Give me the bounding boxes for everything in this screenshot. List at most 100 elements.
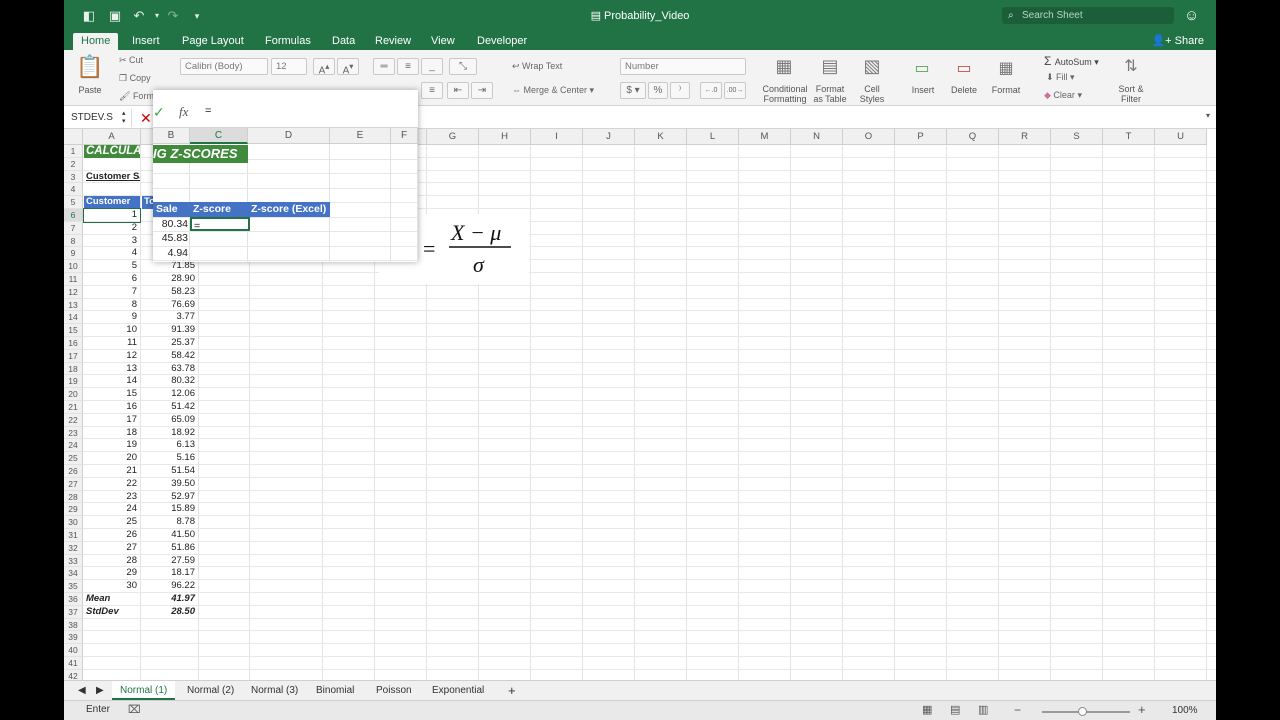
column-header-i[interactable]: I — [531, 129, 583, 145]
column-header-p[interactable]: P — [895, 129, 947, 145]
column-header-m[interactable]: M — [739, 129, 791, 145]
customer-id-cell[interactable]: 27 — [84, 542, 140, 555]
sale-total-cell[interactable]: 76.69 — [142, 299, 198, 312]
sale-total-cell[interactable]: 41.50 — [142, 529, 198, 542]
customer-id-cell[interactable]: 14 — [84, 375, 140, 388]
sale-total-cell[interactable]: 6.13 — [142, 439, 198, 452]
row-header[interactable]: 6 — [64, 209, 83, 222]
sale-total-cell[interactable]: 28.90 — [142, 273, 198, 286]
sale-total-cell[interactable]: 39.50 — [142, 478, 198, 491]
row-header[interactable]: 14 — [64, 311, 83, 325]
customer-id-cell[interactable]: 16 — [84, 401, 140, 414]
customer-id-cell[interactable]: 1 — [83, 208, 141, 223]
customer-id-cell[interactable]: 10 — [84, 324, 140, 337]
row-header[interactable]: 34 — [64, 567, 83, 581]
row-header[interactable]: 29 — [64, 503, 83, 517]
increase-indent-button[interactable]: ⇥ — [471, 82, 493, 99]
number-format-select[interactable]: Number — [620, 58, 746, 75]
feedback-smiley-icon[interactable]: ☺ — [1184, 7, 1199, 24]
customer-id-cell[interactable]: 9 — [84, 311, 140, 324]
autosum-button[interactable]: Σ AutoSum ▾ — [1044, 54, 1099, 68]
format-cells-icon[interactable]: ▦ — [991, 58, 1021, 78]
align-top-button[interactable]: ═ — [373, 58, 395, 75]
decrease-decimal-button[interactable]: .00→ — [724, 82, 746, 99]
zoom-out-icon[interactable]: − — [1014, 703, 1021, 717]
sale-total-cell[interactable]: 5.16 — [142, 452, 198, 465]
row-header[interactable]: 35 — [64, 580, 83, 593]
row-header[interactable]: 4 — [64, 183, 83, 197]
align-middle-button[interactable]: ≡ — [397, 58, 419, 75]
customer-id-cell[interactable]: 13 — [84, 363, 140, 376]
sheet-tab-normal-1[interactable]: Normal (1) — [112, 681, 176, 700]
conditional-formatting-icon[interactable]: ▦ — [769, 56, 799, 77]
row-header[interactable]: 2 — [64, 157, 83, 171]
mean-label-cell[interactable]: Mean — [84, 593, 140, 606]
customer-id-cell[interactable]: 5 — [84, 260, 140, 273]
page-break-view-icon[interactable]: ▥ — [978, 703, 988, 716]
sale-total-cell[interactable]: 58.23 — [142, 286, 198, 299]
row-header[interactable]: 40 — [64, 644, 83, 657]
decrease-indent-button[interactable]: ⇤ — [447, 82, 469, 99]
tab-view[interactable]: View — [423, 33, 463, 50]
conditional-formatting-button[interactable]: Conditional Formatting — [757, 84, 813, 104]
zoom-sale-header[interactable]: Sale — [153, 202, 190, 217]
mean-value-cell[interactable]: 41.97 — [142, 593, 198, 606]
row-header[interactable]: 21 — [64, 401, 83, 414]
align-bottom-button[interactable]: _ — [421, 58, 443, 75]
sale-total-cell[interactable]: 52.97 — [142, 491, 198, 504]
expand-formula-bar-icon[interactable]: ▾ — [1206, 111, 1210, 120]
tab-formulas[interactable]: Formulas — [257, 33, 319, 50]
sheet-tab-normal-3[interactable]: Normal (3) — [243, 681, 306, 700]
tab-review[interactable]: Review — [367, 33, 419, 50]
row-header[interactable]: 3 — [64, 170, 83, 184]
customer-id-cell[interactable]: 22 — [84, 478, 140, 491]
row-header[interactable]: 26 — [64, 465, 83, 478]
row-header[interactable]: 32 — [64, 541, 83, 555]
page-layout-view-icon[interactable]: ▤ — [950, 703, 960, 716]
sale-total-cell[interactable]: 3.77 — [142, 311, 198, 324]
macro-record-icon[interactable]: ⌧ — [128, 703, 141, 716]
sale-total-cell[interactable]: 63.78 — [142, 363, 198, 376]
sale-total-cell[interactable]: 12.06 — [142, 388, 198, 401]
function-fx-icon[interactable]: fx — [179, 104, 188, 120]
customer-id-cell[interactable]: 25 — [84, 516, 140, 529]
sale-total-cell[interactable]: 51.42 — [142, 401, 198, 414]
insert-cells-button[interactable]: Insert — [903, 85, 943, 95]
sort-filter-icon[interactable]: ⇅ — [1116, 56, 1146, 76]
sale-total-cell[interactable]: 96.22 — [142, 580, 198, 593]
normal-view-icon[interactable]: ▦ — [922, 703, 932, 716]
sale-total-cell[interactable]: 91.39 — [142, 324, 198, 337]
sale-total-cell[interactable]: 51.54 — [142, 465, 198, 478]
zoom-sale-value-cell[interactable]: 45.83 — [153, 231, 190, 246]
currency-button[interactable]: $ ▾ — [620, 82, 646, 99]
cell-styles-icon[interactable]: ▧ — [857, 56, 887, 77]
zoom-column-header-d[interactable]: D — [248, 128, 330, 144]
row-header[interactable]: 38 — [64, 618, 83, 632]
format-cells-button[interactable]: Format — [986, 85, 1026, 95]
customer-id-cell[interactable]: 23 — [84, 491, 140, 504]
column-header-g[interactable]: G — [427, 129, 479, 145]
delete-cells-button[interactable]: Delete — [944, 85, 984, 95]
cell-styles-button[interactable]: Cell Styles — [854, 84, 890, 104]
column-header-l[interactable]: L — [687, 129, 739, 145]
row-header[interactable]: 9 — [64, 247, 83, 261]
row-header[interactable]: 36 — [64, 593, 83, 606]
sheet-title-cell[interactable]: CALCULAT — [84, 145, 140, 158]
cut-button[interactable]: ✂ Cut — [119, 55, 143, 66]
customer-id-cell[interactable]: 29 — [84, 567, 140, 580]
sale-total-cell[interactable]: 8.78 — [142, 516, 198, 529]
customer-id-cell[interactable]: 8 — [84, 299, 140, 312]
sale-total-cell[interactable]: 18.17 — [142, 567, 198, 580]
row-header[interactable]: 11 — [64, 273, 83, 286]
customer-id-cell[interactable]: 30 — [84, 580, 140, 593]
zoom-slider-handle[interactable] — [1078, 707, 1087, 716]
row-header[interactable]: 19 — [64, 375, 83, 389]
row-header[interactable]: 37 — [64, 605, 83, 619]
sheet-tab-binomial[interactable]: Binomial — [308, 681, 362, 700]
row-header[interactable]: 28 — [64, 490, 83, 504]
row-header[interactable]: 30 — [64, 516, 83, 529]
paste-button[interactable]: Paste — [74, 85, 106, 95]
column-header-a[interactable]: A — [83, 129, 141, 145]
customer-id-cell[interactable]: 4 — [84, 247, 140, 260]
column-header-h[interactable]: H — [479, 129, 531, 145]
